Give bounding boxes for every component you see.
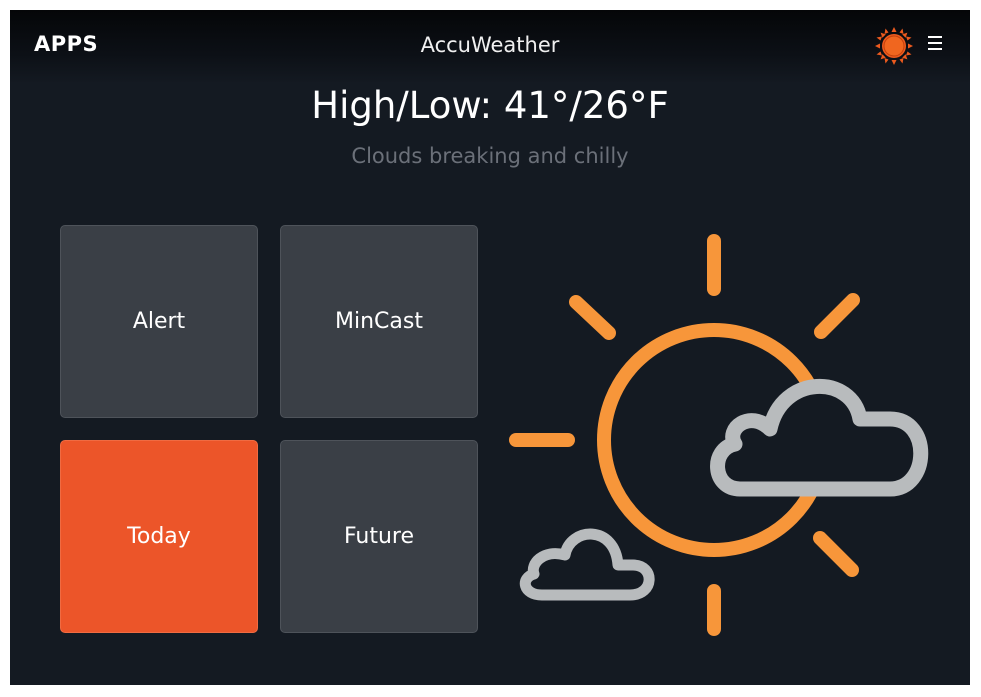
- tile-today[interactable]: Today: [60, 440, 258, 633]
- weather-condition: Clouds breaking and chilly: [351, 144, 629, 168]
- small-cloud-icon: [519, 528, 655, 601]
- accuweather-sun-logo-icon[interactable]: [874, 26, 914, 66]
- tile-label: Alert: [132, 309, 186, 334]
- app-window: APPS AccuWeather High/Low: 41°/26°F Clou…: [10, 10, 970, 685]
- tile-future[interactable]: Future: [280, 440, 478, 633]
- tile-mincast[interactable]: MinCast: [280, 225, 478, 418]
- hamburger-menu-icon[interactable]: [928, 36, 946, 54]
- high-low-temperature: High/Low: 41°/26°F: [311, 84, 669, 127]
- top-bar: APPS AccuWeather: [10, 10, 970, 84]
- tile-label: Future: [343, 524, 415, 549]
- tile-label: MinCast: [335, 309, 423, 334]
- tile-label: Today: [127, 524, 191, 549]
- tile-alert[interactable]: Alert: [60, 225, 258, 418]
- app-title: AccuWeather: [420, 33, 560, 57]
- large-cloud-icon: [710, 379, 929, 497]
- partly-cloudy-sun-icon: [509, 234, 929, 636]
